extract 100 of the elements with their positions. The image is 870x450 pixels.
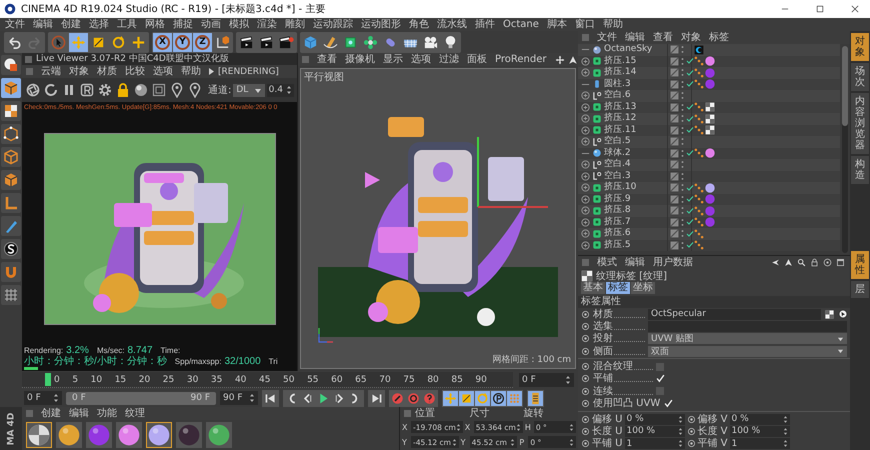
object-name[interactable]: 挤压.13 (604, 102, 636, 113)
axis-label: P (519, 438, 526, 446)
current-frame-field[interactable]: 0 F (519, 373, 574, 387)
material-link-field[interactable]: OctSpecular (648, 308, 821, 320)
grid-spacing-label: 网格间距 : 100 cm (492, 354, 571, 366)
menu-item[interactable]: 编辑 (33, 18, 53, 30)
object-name[interactable]: 挤压.12 (604, 113, 636, 124)
menu-item[interactable]: 渲染 (257, 18, 277, 30)
tick-label: 50 (283, 374, 294, 384)
object-name[interactable]: 挤压.11 (604, 124, 636, 136)
number-field[interactable]: 0 % (624, 414, 684, 425)
number-field[interactable]: 100 % (730, 426, 790, 437)
menu-item[interactable]: 流水线 (437, 18, 467, 30)
menu-item[interactable]: 摄像机 (345, 54, 375, 66)
menu-item[interactable]: 运动跟踪 (313, 18, 353, 30)
menu-item[interactable]: 模拟 (229, 18, 249, 30)
menu-item[interactable]: 云端 (41, 66, 61, 78)
object-name[interactable]: OctaneSky (604, 44, 652, 56)
side-tab[interactable]: 对象 (851, 33, 869, 61)
object-name[interactable]: 挤压.14 (604, 67, 636, 78)
object-name[interactable]: 挤压.6 (604, 228, 631, 240)
menu-item[interactable]: 过滤 (439, 54, 459, 66)
tick-label: 75 (403, 374, 415, 384)
menu-item[interactable]: 查看 (317, 54, 337, 66)
object-name[interactable]: 挤压.15 (604, 56, 636, 67)
number-field[interactable]: 0 % (730, 414, 790, 425)
menu-item[interactable]: 捕捉 (173, 18, 193, 30)
object-name[interactable]: 挤压.5 (604, 240, 631, 251)
menu-item[interactable]: 动画 (201, 18, 221, 30)
menu-item[interactable]: 编辑 (69, 408, 89, 420)
field-label: 侧面 (593, 346, 613, 357)
projection-dropdown[interactable]: 双面 (648, 346, 847, 357)
menu-item[interactable]: 运动图形 (361, 18, 401, 30)
menu-item[interactable]: 创建 (61, 18, 81, 30)
start-frame-field[interactable]: 0 F (24, 391, 62, 405)
menu-item[interactable]: 角色 (409, 18, 429, 30)
object-name[interactable]: 圆柱.3 (604, 78, 631, 90)
menu-item[interactable]: 模式 (597, 256, 617, 268)
menu-item[interactable]: 文件 (597, 32, 617, 44)
object-name[interactable]: 挤压.8 (604, 205, 631, 216)
menu-item[interactable]: 网格 (145, 18, 165, 30)
menu-item[interactable]: 文件 (5, 18, 25, 30)
menu-item[interactable]: 雕刻 (285, 18, 305, 30)
axis-lock-button[interactable]: Z (193, 32, 212, 52)
side-tab[interactable]: 构造 (851, 156, 869, 184)
axis-lock-button[interactable]: X (153, 32, 172, 52)
menu-item[interactable]: 用户数据 (653, 256, 693, 268)
menu-item[interactable]: 显示 (383, 54, 403, 66)
object-name[interactable]: 空白.4 (604, 159, 631, 170)
object-name[interactable]: 球体.2 (604, 148, 631, 159)
number-field[interactable]: 1 (730, 438, 790, 450)
frame-range-slider[interactable]: 0 F 90 F (66, 392, 216, 404)
menu-item[interactable]: 纹理 (125, 408, 145, 420)
tab[interactable]: 坐标 (631, 282, 655, 294)
value-field[interactable]: 0.4 (266, 84, 294, 96)
menu-item[interactable]: 选项 (411, 54, 431, 66)
menu-item[interactable]: 选项 (153, 66, 173, 78)
menu-item[interactable]: 对象 (69, 66, 89, 78)
column-header: 尺寸 (469, 406, 490, 420)
axis-label: X (464, 422, 472, 432)
menu-item[interactable]: 帮助 (181, 66, 201, 78)
side-tab[interactable]: 内容浏览器 (851, 93, 869, 154)
timeline-ruler[interactable]: 0 5 10 15 20 25 30 35 40 45 50 55 60 65 70 75 80 85 90 (22, 372, 513, 388)
object-name[interactable]: 空白.3 (604, 170, 631, 182)
projection-dropdown[interactable]: UVW 贴图 (648, 333, 847, 344)
menu-item[interactable]: 窗口 (574, 18, 595, 30)
object-name[interactable]: 挤压.9 (604, 194, 631, 205)
menu-item[interactable]: 比较 (125, 66, 145, 78)
menu-item[interactable]: 材质 (97, 66, 117, 78)
menu-item[interactable]: 脚本 (546, 18, 567, 30)
menu-item[interactable]: 帮助 (602, 18, 623, 30)
side-tab[interactable]: 层 (851, 281, 869, 298)
side-tab[interactable]: 场次 (851, 63, 869, 91)
object-name[interactable]: 挤压.7 (604, 216, 631, 228)
menu-item[interactable]: 编辑 (625, 256, 645, 268)
object-name[interactable]: 空白.5 (604, 136, 631, 148)
menu-item[interactable]: 查看 (653, 32, 673, 44)
object-name[interactable]: 挤压.10 (604, 182, 636, 194)
menu-item[interactable]: 功能 (97, 408, 117, 420)
menu-item[interactable]: 对象 (681, 32, 701, 44)
menu-item[interactable]: 面板 (467, 54, 487, 66)
menu-item[interactable]: 标签 (709, 32, 729, 44)
menu-item[interactable]: ProRender (495, 54, 546, 66)
menu-item[interactable]: 工具 (117, 18, 137, 30)
menu-item[interactable]: Octane (503, 18, 539, 30)
menu-item[interactable]: 创建 (41, 408, 61, 420)
tab[interactable]: 标签 (606, 282, 630, 294)
axis-lock-button[interactable]: Y (173, 32, 192, 52)
menu-item[interactable]: 编辑 (625, 32, 645, 44)
number-field[interactable]: 1 (624, 438, 684, 450)
tab[interactable]: 基本 (581, 282, 605, 294)
logo-text: MA 4D (6, 412, 16, 445)
viewport[interactable]: 平行视图 网格间距 : 100 cm (300, 68, 576, 369)
menu-item[interactable]: 插件 (475, 18, 495, 30)
end-frame-field[interactable]: 90 F (220, 391, 258, 405)
object-name[interactable]: 空白.6 (604, 90, 631, 102)
menu-item[interactable]: 选择 (89, 18, 109, 30)
channel-dropdown[interactable]: DL (233, 84, 265, 96)
number-field[interactable]: 100 % (624, 426, 684, 437)
side-tab[interactable]: 属性 (851, 251, 869, 279)
